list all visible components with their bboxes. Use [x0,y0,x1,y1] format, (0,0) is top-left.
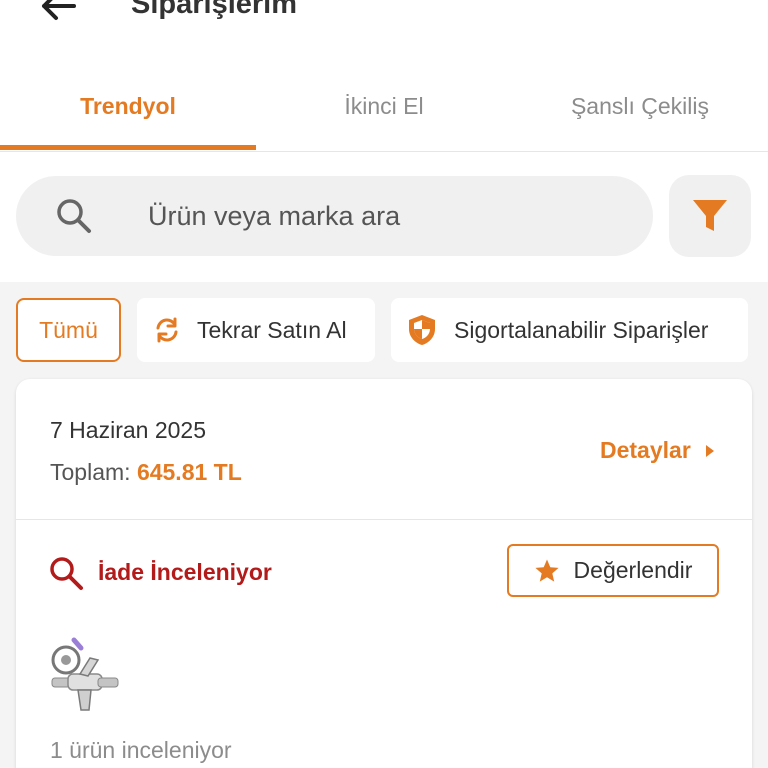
star-icon [534,559,559,582]
caret-right-icon [705,444,714,457]
details-label: Detaylar [600,437,691,463]
rate-button-label: Değerlendir [573,557,693,583]
shield-icon [409,315,435,345]
chip-rebuy-label: Tekrar Satın Al [197,316,347,343]
filter-button[interactable] [669,175,751,257]
order-status: İade İnceleniyor [98,559,272,585]
app-header: Siparişlerim [0,0,768,60]
order-card: 7 Haziran 2025 Toplam: 645.81 TL Detayla… [16,379,752,768]
details-link[interactable]: Detaylar [600,437,715,464]
search-area: Ürün veya marka ara [0,152,768,282]
chip-insurable-label: Sigortalanabilir Siparişler [454,316,709,343]
refresh-icon [156,317,178,343]
card-divider [16,519,752,520]
page-title: Siparişlerim [131,0,298,20]
back-arrow-icon[interactable] [38,0,78,26]
rate-button[interactable]: Değerlendir [507,544,719,597]
chip-insurable[interactable]: Sigortalanabilir Siparişler [391,298,748,362]
search-icon [57,199,91,233]
tab-sansli-cekilis[interactable]: Şanslı Çekiliş [512,60,768,152]
filter-icon [693,200,727,231]
chip-rebuy[interactable]: Tekrar Satın Al [137,298,375,362]
chip-all[interactable]: Tümü [16,298,121,362]
tab-trendyol[interactable]: Trendyol [0,60,256,152]
search-placeholder: Ürün veya marka ara [148,201,401,231]
order-total-value: 645.81 TL [136,459,242,485]
order-tabs: Trendyol İkinci El Şanslı Çekiliş [0,60,768,152]
filter-chips: Tümü Tekrar Satın Al Sigortalanabilir Si… [0,283,768,378]
order-total: Toplam: 645.81 TL [50,459,242,486]
magnifier-status-icon [50,557,83,590]
product-review-note: 1 ürün inceleniyor [50,737,232,763]
tab-ikinci-el[interactable]: İkinci El [256,60,512,152]
active-tab-indicator [0,145,256,150]
product-thumbnail[interactable] [48,634,122,714]
order-total-label: Toplam: [50,459,131,485]
order-date: 7 Haziran 2025 [50,417,206,443]
